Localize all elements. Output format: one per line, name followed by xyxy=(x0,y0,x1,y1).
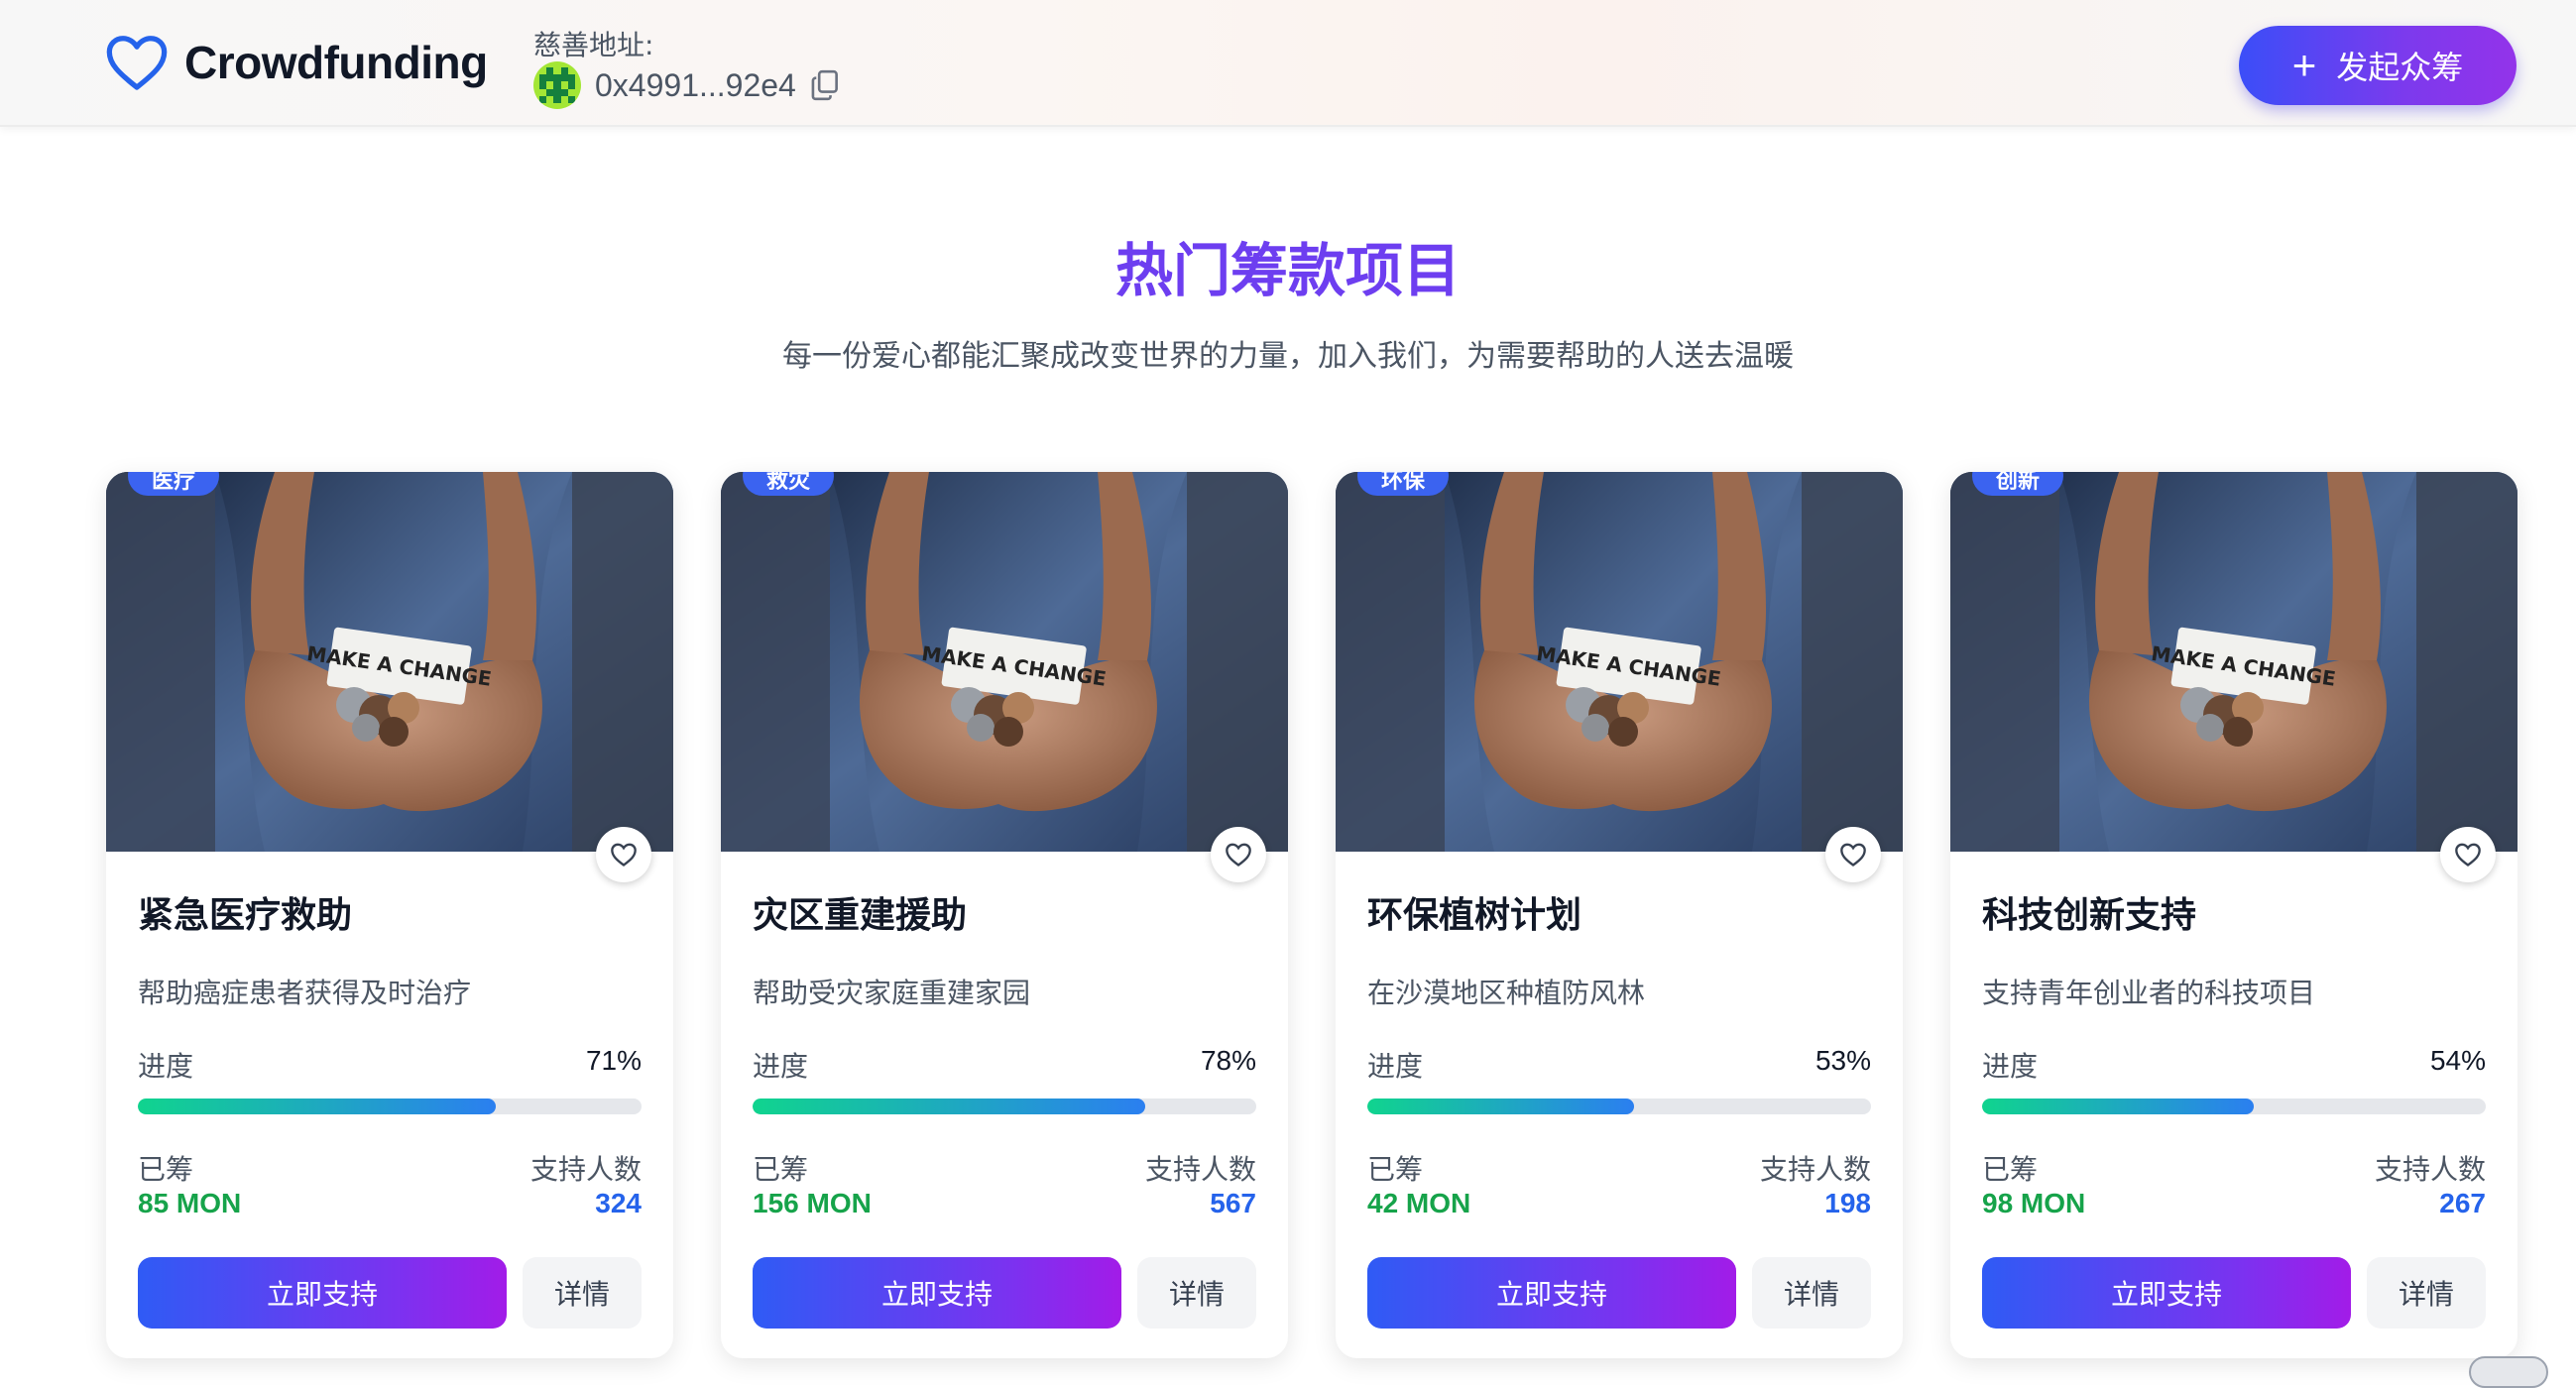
progress-label: 进度 xyxy=(1982,1050,2039,1083)
details-button[interactable]: 详情 xyxy=(1137,1257,1256,1329)
raised-label: 已筹 xyxy=(1367,1153,1424,1186)
progress-label: 进度 xyxy=(138,1050,194,1083)
project-description: 在沙漠地区种植防风林 xyxy=(1367,977,1646,1009)
heart-outline-icon xyxy=(1840,843,1866,867)
backers-count: 324 xyxy=(595,1188,642,1218)
project-image[interactable]: MAKE A CHANGE xyxy=(1950,472,2517,852)
top-nav-bar: Crowdfunding 慈善地址: 0x4991...92e4 + 发起众筹 xyxy=(0,0,2576,127)
progress-bar xyxy=(138,1099,642,1114)
support-now-button[interactable]: 立即支持 xyxy=(1982,1257,2351,1329)
raised-amount: 42 MON xyxy=(1367,1188,1471,1218)
backers-label: 支持人数 xyxy=(1759,1153,1871,1186)
heart-outline-icon xyxy=(2455,843,2481,867)
plus-icon: + xyxy=(2291,42,2317,88)
progress-bar xyxy=(753,1099,1256,1114)
details-button[interactable]: 详情 xyxy=(1752,1257,1871,1329)
project-title: 科技创新支持 xyxy=(1982,895,2197,936)
wallet-avatar xyxy=(533,61,581,109)
support-now-button[interactable]: 立即支持 xyxy=(1367,1257,1736,1329)
progress-percent: 78% xyxy=(1200,1045,1256,1076)
backers-count: 267 xyxy=(2439,1188,2486,1218)
charity-photo: MAKE A CHANGE xyxy=(1336,472,1903,852)
progress-percent: 53% xyxy=(1815,1045,1871,1076)
category-tag: 创新 xyxy=(1972,472,2064,496)
brand-logo[interactable]: Crowdfunding xyxy=(105,34,488,91)
wallet-address: 0x4991...92e4 xyxy=(595,66,796,103)
charity-photo: MAKE A CHANGE xyxy=(721,472,1288,852)
charity-address: 0x4991...92e4 xyxy=(533,61,840,109)
section-title: 热门筹款项目 xyxy=(1114,237,1461,304)
progress-label: 进度 xyxy=(1367,1050,1424,1083)
progress-bar-fill xyxy=(1982,1099,2255,1114)
progress-label: 进度 xyxy=(753,1050,809,1083)
project-card[interactable]: MAKE A CHANGE 环保 环保植树计划 在沙漠地区种植防风林 进度 53… xyxy=(1336,472,1903,1358)
project-description: 支持青年创业者的科技项目 xyxy=(1982,977,2316,1009)
project-image[interactable]: MAKE A CHANGE xyxy=(721,472,1288,852)
heart-outline-icon xyxy=(611,843,637,867)
start-crowdfunding-button[interactable]: + 发起众筹 xyxy=(2239,26,2517,105)
raised-amount: 156 MON xyxy=(753,1188,872,1218)
backers-count: 198 xyxy=(1824,1188,1871,1218)
favorite-button[interactable] xyxy=(1211,827,1266,882)
support-now-button[interactable]: 立即支持 xyxy=(138,1257,507,1329)
progress-bar xyxy=(1982,1099,2486,1114)
raised-label: 已筹 xyxy=(1982,1153,2039,1186)
project-description: 帮助癌症患者获得及时治疗 xyxy=(138,977,472,1009)
progress-bar-fill xyxy=(753,1099,1146,1114)
project-image[interactable]: MAKE A CHANGE xyxy=(106,472,673,852)
raised-label: 已筹 xyxy=(753,1153,809,1186)
charity-photo: MAKE A CHANGE xyxy=(106,472,673,852)
project-image[interactable]: MAKE A CHANGE xyxy=(1336,472,1903,852)
progress-bar xyxy=(1367,1099,1871,1114)
favorite-button[interactable] xyxy=(596,827,651,882)
raised-amount: 98 MON xyxy=(1982,1188,2086,1218)
progress-percent: 54% xyxy=(2429,1045,2486,1076)
project-title: 紧急医疗救助 xyxy=(138,895,353,936)
project-card[interactable]: MAKE A CHANGE 救灾 灾区重建援助 帮助受灾家庭重建家园 进度 78… xyxy=(721,472,1288,1358)
backers-label: 支持人数 xyxy=(2374,1153,2486,1186)
heart-outline-icon xyxy=(1226,843,1251,867)
heart-icon xyxy=(106,36,168,90)
progress-percent: 71% xyxy=(585,1045,642,1076)
project-title: 灾区重建援助 xyxy=(753,895,968,936)
charity-photo: MAKE A CHANGE xyxy=(1950,472,2517,852)
progress-bar-fill xyxy=(1367,1099,1635,1114)
project-card[interactable]: MAKE A CHANGE 创新 科技创新支持 支持青年创业者的科技项目 进度 … xyxy=(1950,472,2517,1358)
backers-label: 支持人数 xyxy=(529,1153,642,1186)
details-button[interactable]: 详情 xyxy=(523,1257,642,1329)
backers-label: 支持人数 xyxy=(1144,1153,1256,1186)
favorite-button[interactable] xyxy=(1825,827,1881,882)
category-tag: 环保 xyxy=(1357,472,1450,496)
brand-name: Crowdfunding xyxy=(184,37,488,88)
copy-icon[interactable] xyxy=(810,69,840,101)
project-title: 环保植树计划 xyxy=(1367,895,1582,936)
details-button[interactable]: 详情 xyxy=(2367,1257,2486,1329)
support-now-button[interactable]: 立即支持 xyxy=(753,1257,1121,1329)
charity-address-label: 慈善地址: xyxy=(533,29,654,61)
backers-count: 567 xyxy=(1210,1188,1256,1218)
project-card[interactable]: MAKE A CHANGE 医疗 紧急医疗救助 帮助癌症患者获得及时治疗 进度 … xyxy=(106,472,673,1358)
category-tag: 医疗 xyxy=(128,472,220,496)
section-subtitle: 每一份爱心都能汇聚成改变世界的力量，加入我们，为需要帮助的人送去温暖 xyxy=(782,339,1794,374)
category-tag: 救灾 xyxy=(743,472,835,496)
project-description: 帮助受灾家庭重建家园 xyxy=(753,977,1031,1009)
raised-amount: 85 MON xyxy=(138,1188,242,1218)
raised-label: 已筹 xyxy=(138,1153,194,1186)
progress-bar-fill xyxy=(138,1099,496,1114)
favorite-button[interactable] xyxy=(2440,827,2496,882)
start-crowdfunding-label: 发起众筹 xyxy=(2336,50,2464,85)
theme-toggle[interactable] xyxy=(2469,1356,2548,1388)
